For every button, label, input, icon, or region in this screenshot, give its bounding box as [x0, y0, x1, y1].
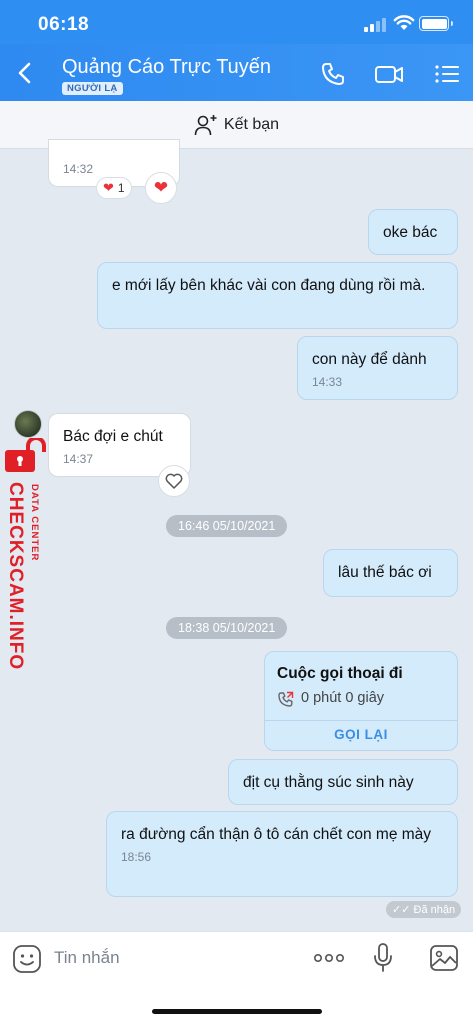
- date-separator: 18:38 05/10/2021: [166, 617, 288, 639]
- contact-avatar[interactable]: [14, 410, 42, 438]
- message-text: oke bác: [383, 224, 438, 241]
- status-bar: 06:18: [0, 0, 473, 44]
- react-heart-button[interactable]: ❤: [145, 172, 177, 204]
- message-text: địt cụ thằng súc sinh này: [243, 774, 414, 791]
- message-text: lâu thế bác ơi: [338, 564, 432, 581]
- heart-outline-icon: [165, 473, 183, 489]
- contact-name[interactable]: Quảng Cáo Trực Tuyến: [62, 56, 271, 79]
- battery-icon: [419, 16, 453, 31]
- message-bubble-outgoing[interactable]: lâu thế bác ơi: [323, 549, 458, 597]
- reaction-summary[interactable]: ❤ 1: [96, 177, 132, 199]
- call-duration: 0 phút 0 giây: [301, 690, 385, 706]
- status-time: 06:18: [38, 14, 90, 35]
- cellular-signal-icon: [364, 18, 388, 32]
- divider: [265, 720, 457, 721]
- message-text: ra đường cẩn thận ô tô cán chết con mẹ m…: [121, 826, 432, 843]
- home-area: [0, 985, 473, 1024]
- heart-icon: ❤: [103, 180, 114, 195]
- image-gallery-icon[interactable]: [429, 944, 459, 972]
- message-time: 14:32: [63, 162, 94, 176]
- add-user-icon: [194, 114, 217, 135]
- menu-list-icon[interactable]: [432, 60, 462, 88]
- lock-icon: [5, 438, 46, 472]
- reaction-count: 1: [117, 181, 125, 195]
- wifi-icon: [393, 15, 415, 30]
- message-time: 14:37: [63, 452, 94, 466]
- message-bubble-outgoing[interactable]: con này để dành 14:33: [297, 336, 458, 400]
- message-input[interactable]: Tin nhắn: [54, 948, 120, 968]
- seen-label: Đã nhận: [413, 904, 456, 916]
- message-bubble-outgoing[interactable]: oke bác: [368, 209, 458, 255]
- message-text: e mới lấy bên khác vài con đang dùng rồi…: [112, 277, 426, 294]
- watermark-brand: CHECKSCAM.INFO: [5, 482, 26, 671]
- call-title: Cuộc gọi thoại đi: [277, 665, 403, 682]
- back-arrow-icon[interactable]: [12, 58, 38, 88]
- seen-status-badge: ✓✓ Đã nhận: [386, 901, 462, 918]
- call-back-button[interactable]: GỌI LẠI: [265, 727, 457, 742]
- message-text: con này để dành: [312, 351, 427, 368]
- checkscam-watermark: CHECKSCAM.INFO DATA CENTER: [0, 438, 52, 671]
- video-call-icon[interactable]: [374, 60, 404, 88]
- message-time: 18:56: [121, 850, 152, 864]
- call-log-card: Cuộc gọi thoại đi 0 phút 0 giây GỌI LẠI: [264, 651, 458, 751]
- more-options-icon[interactable]: [313, 952, 345, 964]
- date-separator: 16:46 05/10/2021: [166, 515, 288, 537]
- message-bubble-outgoing[interactable]: ra đường cẩn thận ô tô cán chết con mẹ m…: [106, 811, 458, 897]
- react-heart-button[interactable]: [158, 465, 190, 497]
- stranger-badge: NGƯỜI LẠ: [62, 82, 123, 95]
- home-indicator[interactable]: [152, 1009, 322, 1014]
- chat-header: Quảng Cáo Trực Tuyến NGƯỜI LẠ: [0, 44, 473, 101]
- voice-call-icon[interactable]: [318, 60, 348, 88]
- message-text: Bác đợi e chút: [63, 428, 163, 445]
- microphone-icon[interactable]: [372, 942, 394, 974]
- message-input-bar: Tin nhắn: [0, 931, 473, 985]
- message-bubble-outgoing[interactable]: địt cụ thằng súc sinh này: [228, 759, 458, 805]
- watermark-subtitle: DATA CENTER: [29, 484, 40, 562]
- double-check-icon: ✓✓: [392, 904, 411, 916]
- message-time: 14:33: [312, 375, 343, 389]
- add-friend-label: Kết bạn: [223, 115, 280, 133]
- heart-icon: ❤: [153, 178, 169, 197]
- message-bubble-outgoing[interactable]: e mới lấy bên khác vài con đang dùng rồi…: [97, 262, 458, 329]
- outgoing-call-icon: [278, 691, 294, 707]
- sticker-emoji-icon[interactable]: [12, 944, 42, 974]
